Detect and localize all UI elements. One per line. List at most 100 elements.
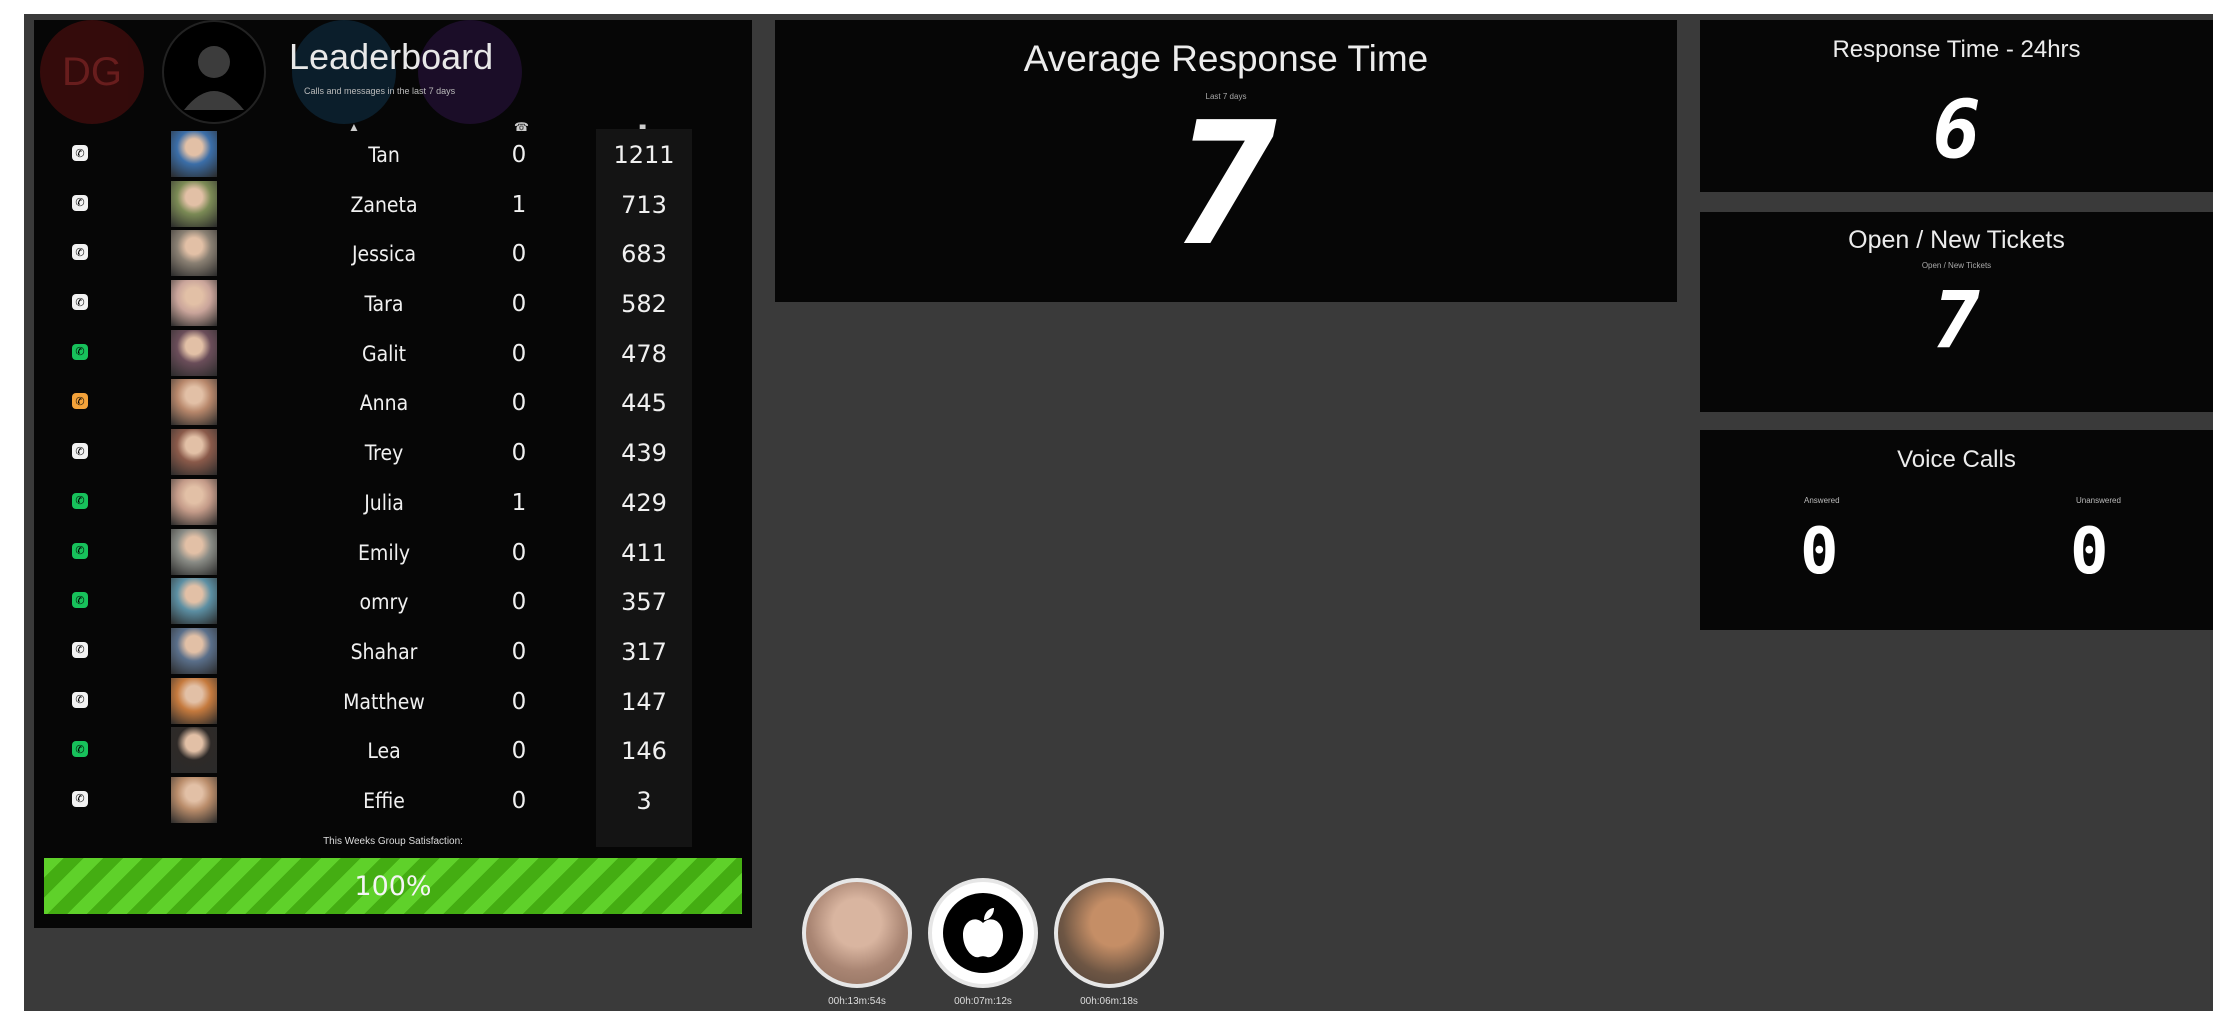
- leaderboard-row: ✆ Shahar 0 317: [34, 626, 752, 676]
- response-time-24hrs-panel: Response Time - 24hrs 6: [1700, 20, 2213, 192]
- agent-messages: 317: [621, 637, 667, 666]
- agent-photo: [171, 578, 217, 625]
- agent-messages: 478: [621, 339, 667, 368]
- agent-photo: [171, 329, 217, 376]
- answered-label: Answered: [1804, 496, 1840, 505]
- agent-name: Julia: [364, 490, 404, 515]
- leaderboard-row: ✆ Anna 0 445: [34, 377, 752, 427]
- agent-avatar-2[interactable]: [928, 878, 1038, 988]
- phone-status-icon: ✆: [72, 244, 88, 261]
- tickets-title: Open / New Tickets: [1848, 226, 2065, 254]
- leaderboard-row: ✆ Julia 1 429: [34, 477, 752, 527]
- agent-messages: 411: [621, 538, 667, 567]
- tickets-value: 7: [1933, 276, 1980, 366]
- agent-calls: 0: [511, 638, 527, 665]
- agent-calls: 0: [511, 440, 527, 467]
- agent-name: omry: [359, 590, 409, 615]
- agent-calls: 0: [511, 539, 527, 566]
- phone-status-icon: ✆: [72, 343, 88, 360]
- leaderboard-row: ✆ Galit 0 478: [34, 328, 752, 378]
- agent-calls: 0: [511, 142, 527, 168]
- leaderboard-row: ✆ omry 0 357: [34, 576, 752, 626]
- leaderboard-subtitle: Calls and messages in the last 7 days: [304, 86, 456, 96]
- average-response-value: 7: [1174, 86, 1278, 284]
- agent-name: Galit: [361, 341, 407, 366]
- agent-time-2: 00h:07m:12s: [954, 996, 1012, 1007]
- agent-photo: [171, 478, 217, 525]
- leaderboard-row: ✆ Tara 0 582: [34, 278, 752, 328]
- phone-status-icon: ✆: [72, 194, 88, 211]
- leaderboard-row: ✆ Emily 0 411: [34, 527, 752, 577]
- agent-name: Anna: [359, 391, 409, 416]
- leaderboard-panel: DG Leaderboard Calls and messages in the…: [34, 20, 752, 928]
- agent-name: Emily: [357, 540, 411, 565]
- phone-status-icon: ✆: [72, 145, 88, 161]
- agent-messages: 445: [621, 389, 667, 418]
- agent-photo: [171, 280, 217, 327]
- agent-messages: 439: [621, 439, 667, 468]
- leaderboard-rows: ✆ Tan 0 1211 ✆ Zaneta 1 713 ✆ Jessica 0 683 ✆ Tara 0 58…: [34, 129, 752, 825]
- agent-calls: 0: [511, 390, 527, 417]
- satisfaction-value: 100%: [354, 870, 432, 902]
- agent-avatar-1[interactable]: [802, 878, 912, 988]
- agent-name: Trey: [364, 441, 404, 466]
- unanswered-label: Unanswered: [2076, 496, 2121, 505]
- phone-status-icon: ✆: [72, 691, 88, 708]
- phone-status-icon: ✆: [72, 641, 88, 658]
- average-response-time-panel: Average Response Time Last 7 days 7: [775, 20, 1677, 302]
- agent-messages: 147: [621, 687, 667, 716]
- agent-name: Tara: [364, 292, 404, 317]
- agent-photo: [171, 429, 217, 476]
- agent-messages: 3: [636, 786, 652, 815]
- agent-calls: 0: [511, 738, 527, 765]
- open-new-tickets-panel: Open / New Tickets Open / New Tickets 7: [1700, 212, 2213, 412]
- agent-photo: [171, 528, 217, 575]
- agent-time-1: 00h:13m:54s: [828, 996, 886, 1007]
- satisfaction-progress-fill: 100%: [44, 858, 742, 914]
- apple-logo-icon: [943, 893, 1023, 973]
- agent-photo: [171, 131, 217, 177]
- agent-name: Zaneta: [350, 192, 418, 217]
- agent-calls: 0: [511, 787, 527, 814]
- agent-calls: 1: [511, 489, 527, 516]
- agent-messages: 713: [621, 190, 667, 219]
- agent-time-3: 00h:06m:18s: [1080, 996, 1138, 1007]
- agent-photo: [171, 230, 217, 277]
- response-24h-title: Response Time - 24hrs: [1832, 36, 2081, 63]
- voice-calls-panel: Voice Calls Answered Unanswered 0 0: [1700, 430, 2213, 630]
- agent-name: Effie: [363, 788, 405, 813]
- agent-messages: 683: [621, 240, 667, 269]
- average-response-title: Average Response Time: [1023, 38, 1429, 79]
- agent-photo: [171, 776, 217, 823]
- agent-name: Lea: [367, 739, 401, 764]
- agent-name: Matthew: [343, 689, 425, 714]
- leaderboard-row: ✆ Jessica 0 683: [34, 228, 752, 278]
- leaderboard-title: Leaderboard: [289, 36, 494, 77]
- agent-messages: 357: [621, 588, 667, 617]
- agent-name: Jessica: [351, 242, 417, 267]
- agent-avatar-3[interactable]: [1054, 878, 1164, 988]
- leaderboard-row: ✆ Trey 0 439: [34, 427, 752, 477]
- satisfaction-progress-bar: 100%: [44, 858, 742, 914]
- agent-photo: [171, 727, 217, 774]
- leaderboard-row: ✆ Lea 0 146: [34, 725, 752, 775]
- agent-photo: [171, 180, 217, 227]
- agent-calls: 0: [511, 291, 527, 318]
- satisfaction-label: This Weeks Group Satisfaction:: [323, 836, 463, 847]
- agent-name: Tan: [368, 143, 400, 167]
- agent-photo: [171, 677, 217, 724]
- agent-messages: 429: [621, 488, 667, 517]
- phone-status-icon: ✆: [72, 741, 88, 758]
- voice-calls-title: Voice Calls: [1897, 446, 2016, 473]
- phone-status-icon: ✆: [72, 393, 88, 410]
- answered-value: 0: [1800, 515, 1839, 589]
- phone-status-icon: ✆: [72, 790, 88, 807]
- agent-photo: [171, 379, 217, 426]
- leaderboard-row: ✆ Tan 0 1211: [34, 129, 752, 179]
- leaderboard-row: ✆ Zaneta 1 713: [34, 179, 752, 229]
- agent-name: Shahar: [350, 639, 418, 664]
- phone-status-icon: ✆: [72, 443, 88, 460]
- agent-messages: 146: [621, 737, 667, 766]
- initials-avatar: DG: [40, 20, 144, 124]
- agent-messages: 582: [621, 290, 667, 319]
